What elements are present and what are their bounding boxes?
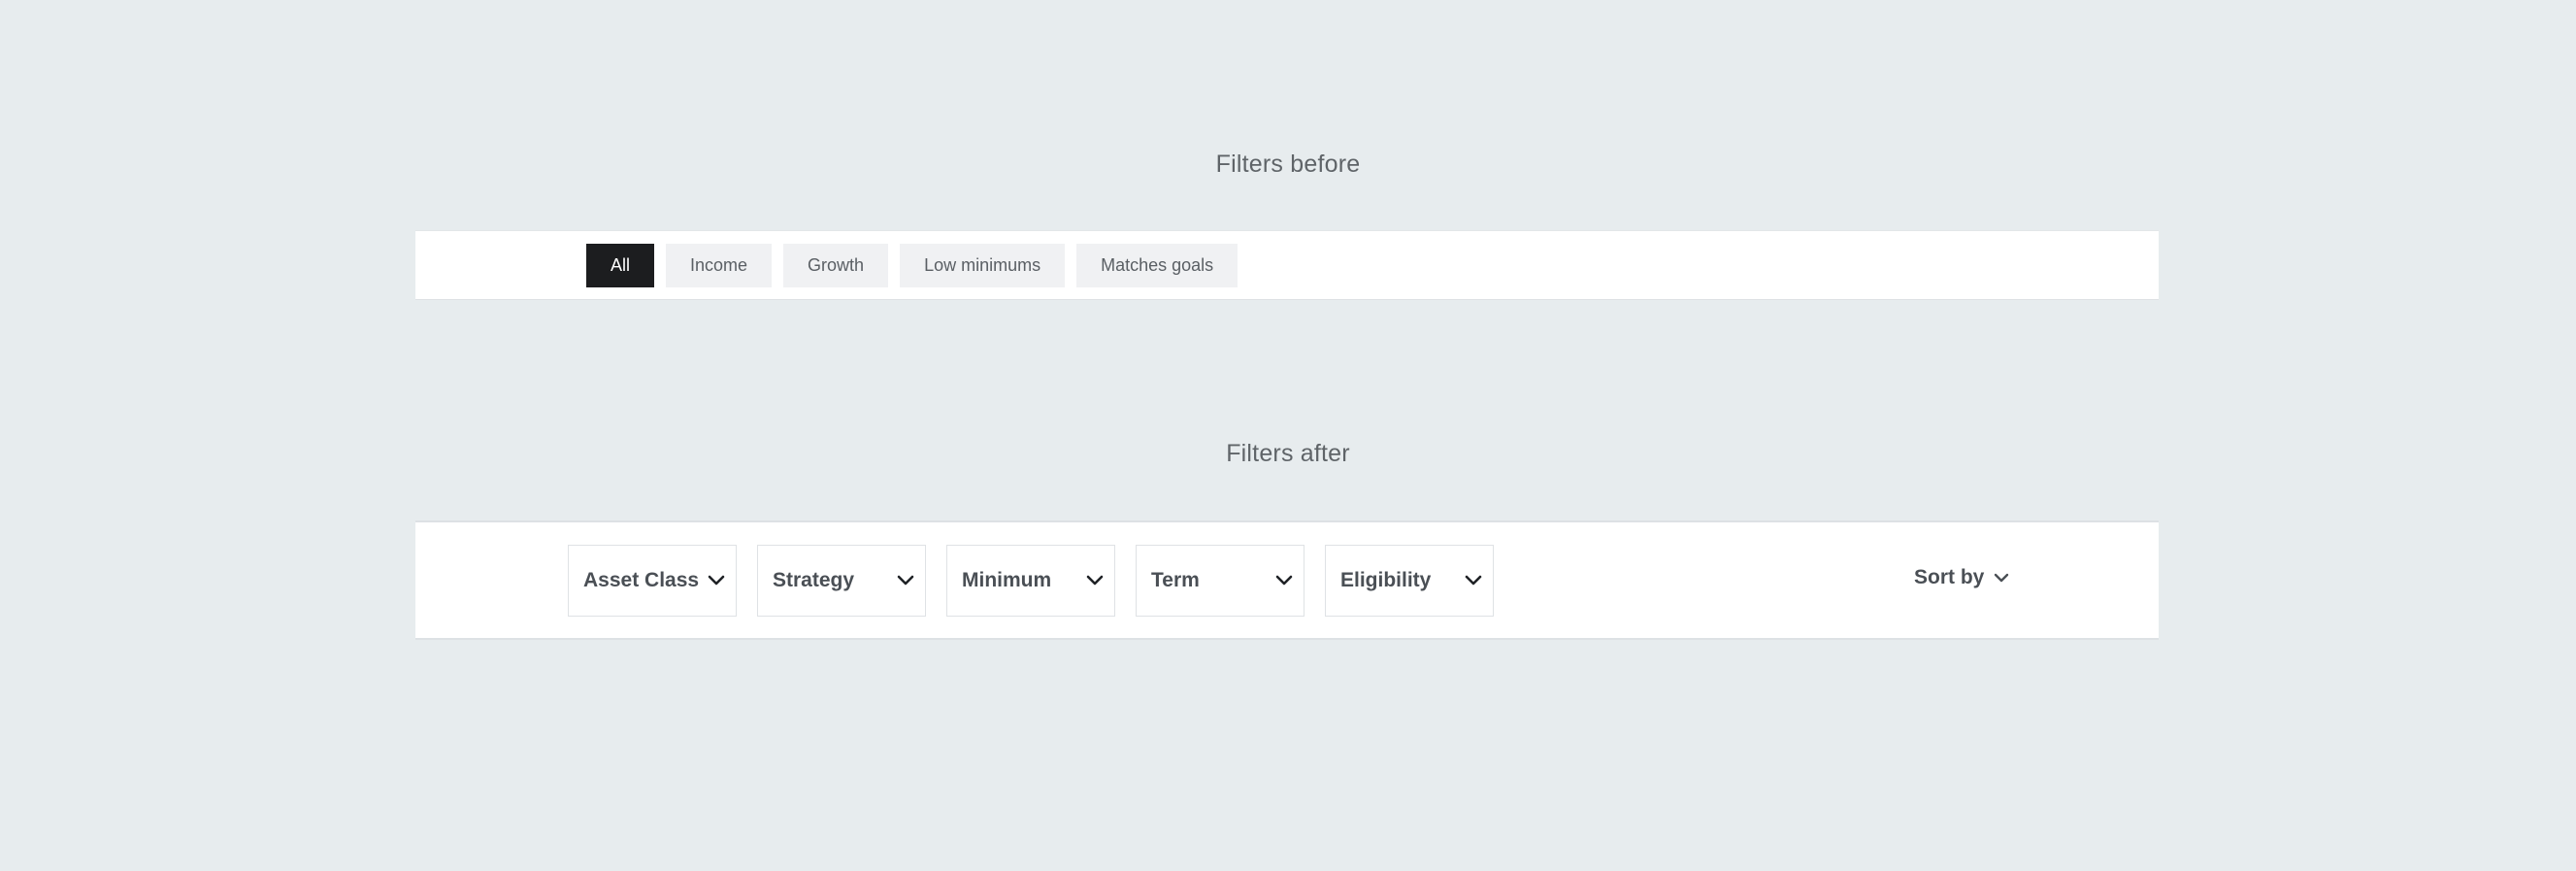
minimum-dropdown[interactable]: Minimum [946, 545, 1115, 617]
chevron-down-icon [1992, 568, 2011, 587]
filters-before-title: Filters before [1215, 151, 1361, 178]
dropdown-label: Asset Class [583, 569, 700, 591]
chevron-down-icon [896, 571, 915, 590]
eligibility-dropdown[interactable]: Eligibility [1325, 545, 1494, 617]
filter-dropdown-group: Asset Class Strategy Minimum Term Eligib… [568, 545, 1494, 617]
dropdown-label: Minimum [962, 569, 1052, 591]
dropdown-label: Eligibility [1340, 569, 1432, 591]
sort-by-label: Sort by [1914, 566, 1985, 588]
chevron-down-icon [1085, 571, 1105, 590]
chevron-down-icon [1464, 571, 1483, 590]
dropdown-label: Strategy [773, 569, 855, 591]
chevron-down-icon [1274, 571, 1294, 590]
filter-chip-low-minimums[interactable]: Low minimums [900, 244, 1066, 287]
filter-chip-matches-goals[interactable]: Matches goals [1076, 244, 1238, 287]
filter-chip-income[interactable]: Income [666, 244, 773, 287]
strategy-dropdown[interactable]: Strategy [757, 545, 926, 617]
filters-before-panel: All Income Growth Low minimums Matches g… [415, 230, 2159, 300]
term-dropdown[interactable]: Term [1136, 545, 1305, 617]
filter-chip-growth[interactable]: Growth [783, 244, 889, 287]
filter-chip-group: All Income Growth Low minimums Matches g… [586, 244, 1238, 287]
chevron-down-icon [707, 571, 726, 590]
sort-by-button[interactable]: Sort by [1914, 566, 2011, 589]
filters-after-panel: Asset Class Strategy Minimum Term Eligib… [415, 520, 2159, 640]
filter-chip-all[interactable]: All [586, 244, 655, 287]
filters-after-title: Filters after [1226, 440, 1350, 467]
dropdown-label: Term [1151, 569, 1200, 591]
asset-class-dropdown[interactable]: Asset Class [568, 545, 737, 617]
